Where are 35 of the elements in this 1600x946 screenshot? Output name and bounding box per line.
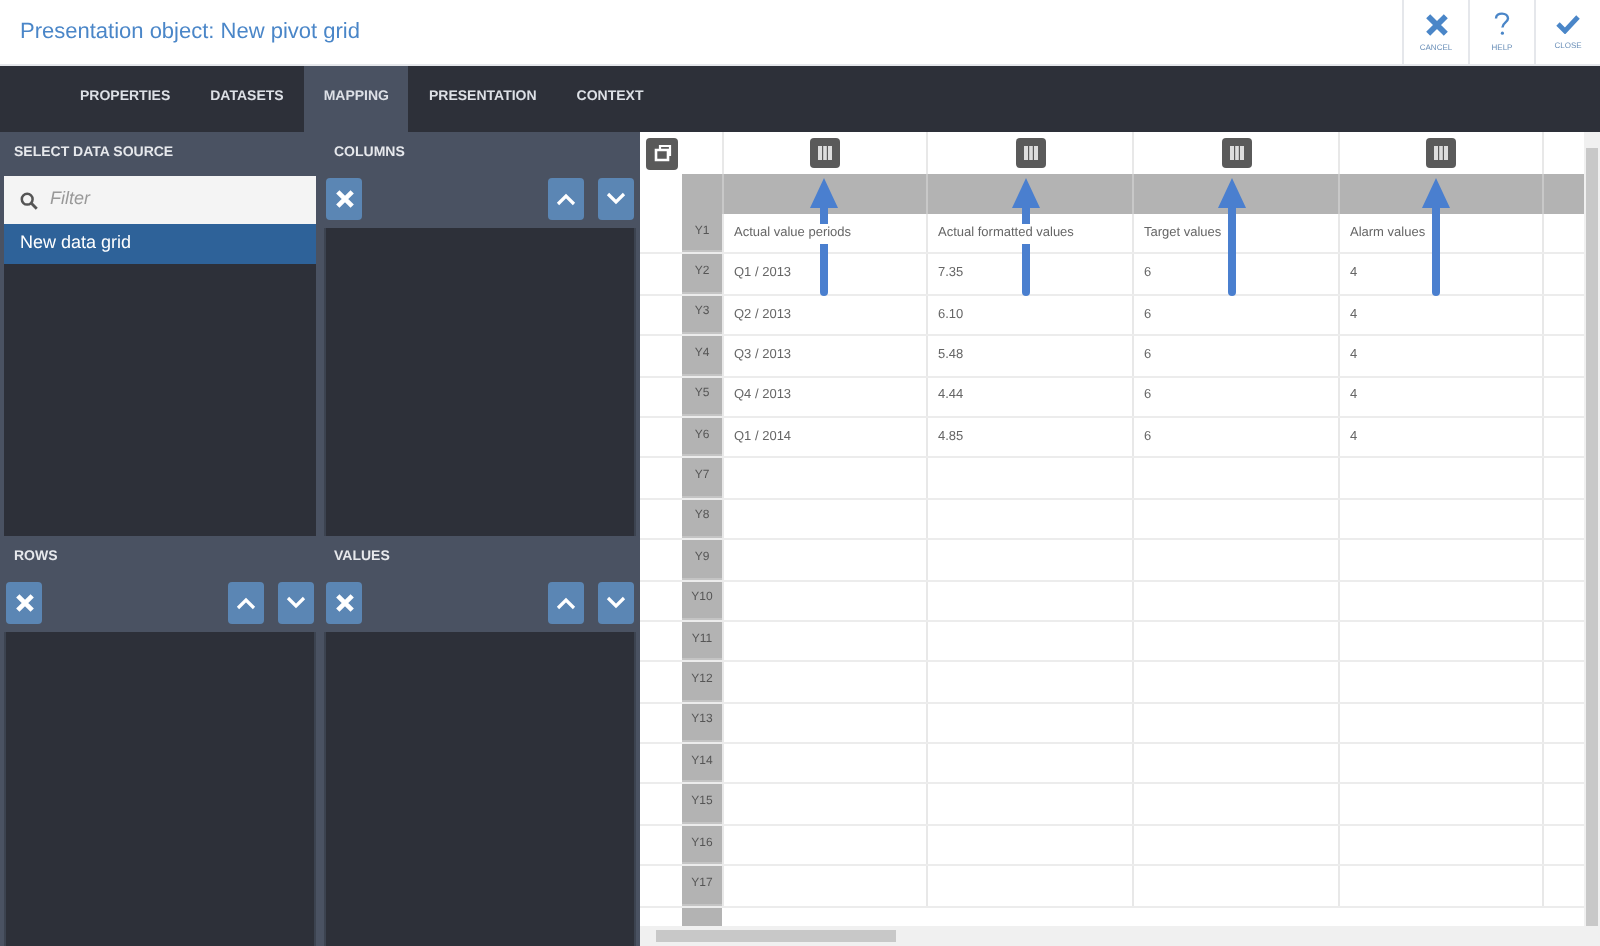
swap-icon[interactable] bbox=[645, 137, 677, 169]
arrow bbox=[1218, 178, 1246, 296]
remove-button[interactable] bbox=[6, 581, 42, 623]
move-up-button[interactable] bbox=[548, 581, 584, 623]
chevron-up-icon bbox=[236, 595, 256, 609]
close-icon bbox=[335, 593, 353, 611]
horizontal-scrollbar[interactable] bbox=[640, 926, 1600, 946]
filter-input[interactable]: Filter bbox=[50, 186, 290, 214]
move-up-button[interactable] bbox=[228, 581, 264, 623]
remove-button[interactable] bbox=[326, 581, 362, 623]
table-icon[interactable] bbox=[810, 138, 840, 168]
close-icon bbox=[15, 593, 33, 611]
data-source-item[interactable]: New data grid bbox=[4, 224, 316, 264]
move-up-button[interactable] bbox=[548, 177, 584, 219]
help-icon bbox=[1494, 12, 1510, 36]
close-icon bbox=[335, 189, 353, 207]
window-title: Presentation object: New pivot grid bbox=[20, 17, 360, 48]
checkmark-icon bbox=[1556, 14, 1580, 34]
chevron-down-icon bbox=[606, 595, 626, 609]
arrow bbox=[1422, 178, 1450, 296]
chevron-up-icon bbox=[556, 191, 576, 205]
chevron-down-icon bbox=[606, 191, 626, 205]
search-icon bbox=[20, 191, 38, 209]
vertical-scrollbar[interactable] bbox=[1584, 132, 1600, 926]
filter-field[interactable]: Filter bbox=[4, 176, 316, 224]
remove-button[interactable] bbox=[326, 177, 362, 219]
table-icon[interactable] bbox=[1426, 138, 1456, 168]
close-icon bbox=[1425, 13, 1447, 35]
move-down-button[interactable] bbox=[598, 177, 634, 219]
chevron-up-icon bbox=[556, 595, 576, 609]
move-down-button[interactable] bbox=[278, 581, 314, 623]
table-icon[interactable] bbox=[1015, 138, 1045, 168]
table-icon[interactable] bbox=[1221, 138, 1251, 168]
move-down-button[interactable] bbox=[598, 581, 634, 623]
chevron-down-icon bbox=[286, 595, 306, 609]
